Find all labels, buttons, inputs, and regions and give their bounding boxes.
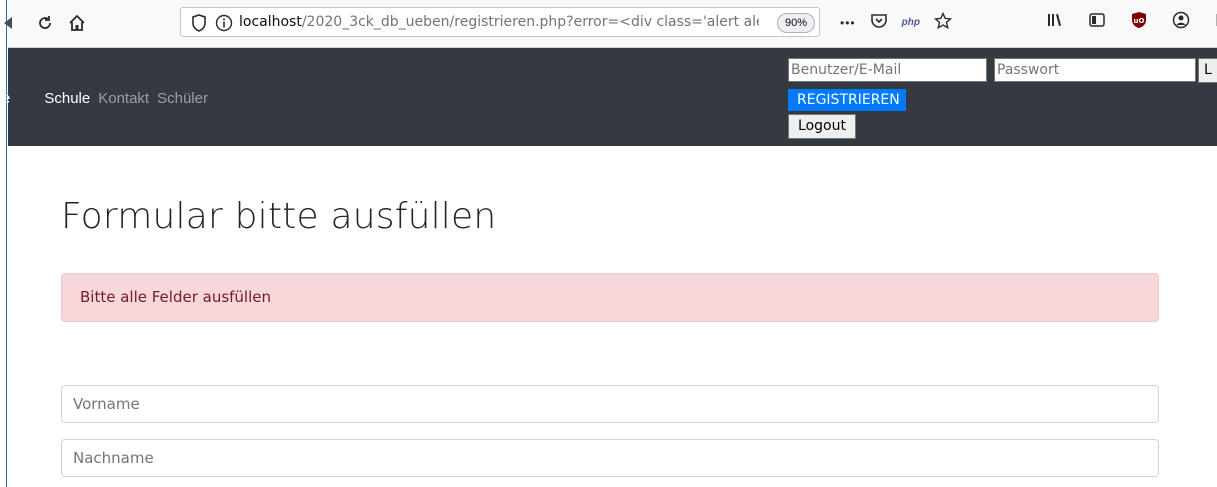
nav-link-schule[interactable]: Schule	[44, 90, 90, 107]
register-button[interactable]: REGISTRIEREN	[788, 89, 906, 111]
url-host: localhost	[239, 14, 302, 30]
brand-fragment[interactable]: e	[2, 90, 10, 107]
page-actions: ••• php	[840, 11, 953, 33]
nav-links: e Schule Kontakt Schüler	[2, 90, 208, 107]
page-title: Formular bitte ausfüllen	[61, 196, 497, 237]
firstname-field[interactable]	[61, 385, 1159, 423]
star-icon[interactable]	[933, 11, 953, 33]
info-icon[interactable]	[215, 14, 233, 32]
nav-link-kontakt[interactable]: Kontakt	[98, 90, 149, 107]
pocket-icon[interactable]	[870, 12, 888, 33]
site-navbar: e Schule Kontakt Schüler L REGISTRIEREN …	[2, 48, 1217, 146]
password-input[interactable]	[994, 58, 1196, 82]
window-left-edge	[0, 0, 7, 487]
php-extension-icon[interactable]: php	[902, 17, 920, 28]
shield-icon[interactable]	[191, 14, 209, 32]
logout-button[interactable]: Logout	[788, 114, 856, 139]
home-icon[interactable]	[62, 8, 92, 38]
toolbar-right: uO	[1046, 11, 1217, 34]
url-bar[interactable]: localhost/2020_3ck_db_ueben/registrieren…	[180, 7, 820, 37]
zoom-badge[interactable]: 90%	[777, 13, 816, 33]
login-button[interactable]: L	[1198, 58, 1217, 83]
sidebar-icon[interactable]	[1088, 11, 1106, 34]
back-arrow-icon[interactable]	[0, 8, 24, 38]
error-alert: Bitte alle Felder ausfüllen	[61, 273, 1159, 322]
nav-link-schueler[interactable]: Schüler	[157, 90, 208, 107]
more-actions-button[interactable]: •••	[840, 16, 856, 30]
account-icon[interactable]	[1172, 11, 1190, 34]
reload-icon[interactable]	[30, 8, 60, 38]
browser-toolbar: localhost/2020_3ck_db_ueben/registrieren…	[4, 0, 1217, 48]
ublock-icon[interactable]: uO	[1130, 11, 1148, 34]
svg-text:uO: uO	[1134, 17, 1145, 25]
lastname-field[interactable]	[61, 439, 1159, 477]
user-email-input[interactable]	[788, 58, 987, 82]
url-text[interactable]: localhost/2020_3ck_db_ueben/registrieren…	[239, 14, 759, 30]
library-icon[interactable]	[1046, 11, 1064, 34]
url-path: /2020_3ck_db_ueben/registrieren.php?erro…	[301, 14, 759, 30]
